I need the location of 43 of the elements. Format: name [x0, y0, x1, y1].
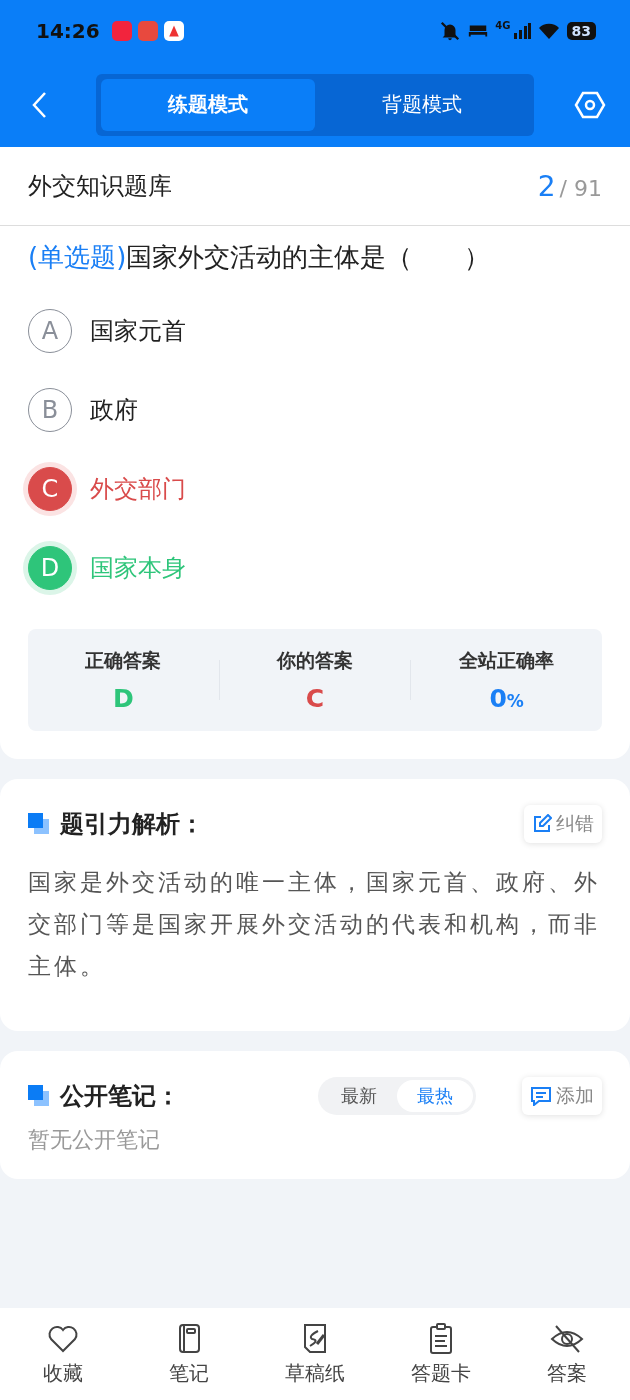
current-question-number: 2 [537, 169, 556, 203]
status-time: 14:26 [36, 19, 100, 43]
network-label: 4G [495, 20, 511, 31]
add-note-button[interactable]: 添加 [522, 1077, 602, 1115]
question-total: / 91 [559, 175, 602, 201]
battery-indicator: 83 [566, 22, 596, 40]
app-notification-icon [163, 21, 184, 41]
bell-off-icon [439, 20, 462, 42]
nav-item[interactable]: 收藏 [0, 1308, 126, 1400]
wifi-icon [536, 21, 561, 41]
option-text[interactable]: 国家本身 [90, 551, 186, 584]
nav-item[interactable]: 答案 [504, 1308, 630, 1400]
section-icon [28, 1085, 50, 1107]
stat-value: C [305, 683, 325, 713]
sort-tab[interactable]: 最热 [397, 1080, 473, 1112]
stat-label: 全站正确率 [459, 647, 555, 673]
stat-value: D [112, 683, 134, 713]
mode-tab[interactable]: 练题模式 [101, 78, 315, 131]
nav-item[interactable]: 草稿纸 [252, 1308, 378, 1400]
edit-icon [532, 814, 552, 834]
stat-value: 0% [489, 683, 524, 713]
comment-icon [530, 1086, 552, 1106]
mode-tab[interactable]: 背题模式 [315, 78, 529, 131]
report-error-button[interactable]: 纠错 [524, 805, 602, 843]
empty-notes-text: 暂无公开笔记 [28, 1126, 161, 1154]
option-text[interactable]: 国家元首 [90, 314, 186, 347]
question-text: 国家外交活动的主体是（ ） [126, 242, 491, 272]
option-text[interactable]: 外交部门 [90, 472, 186, 505]
signal-icon [512, 22, 531, 40]
section-icon [28, 813, 50, 835]
notes-title: 公开笔记： [60, 1081, 180, 1112]
app-notification-icon [137, 21, 158, 41]
nav-item[interactable]: 答题卡 [378, 1308, 504, 1400]
sort-tab[interactable]: 最新 [321, 1080, 397, 1112]
stat-label: 你的答案 [277, 647, 353, 673]
analysis-text: 国家是外交活动的唯一主体，国家元首、政府、外交部门等是国家开展外交活动的代表和机构，而非主体。 [28, 868, 601, 981]
analysis-title: 题引力解析： [60, 809, 204, 840]
option-text[interactable]: 政府 [90, 393, 138, 426]
stat-label: 正确答案 [85, 647, 162, 673]
nav-item[interactable]: 笔记 [126, 1308, 252, 1400]
question-bank-title: 外交知识题库 [28, 171, 173, 202]
question-type: (单选题) [28, 242, 127, 272]
app-notification-icon [111, 21, 132, 41]
